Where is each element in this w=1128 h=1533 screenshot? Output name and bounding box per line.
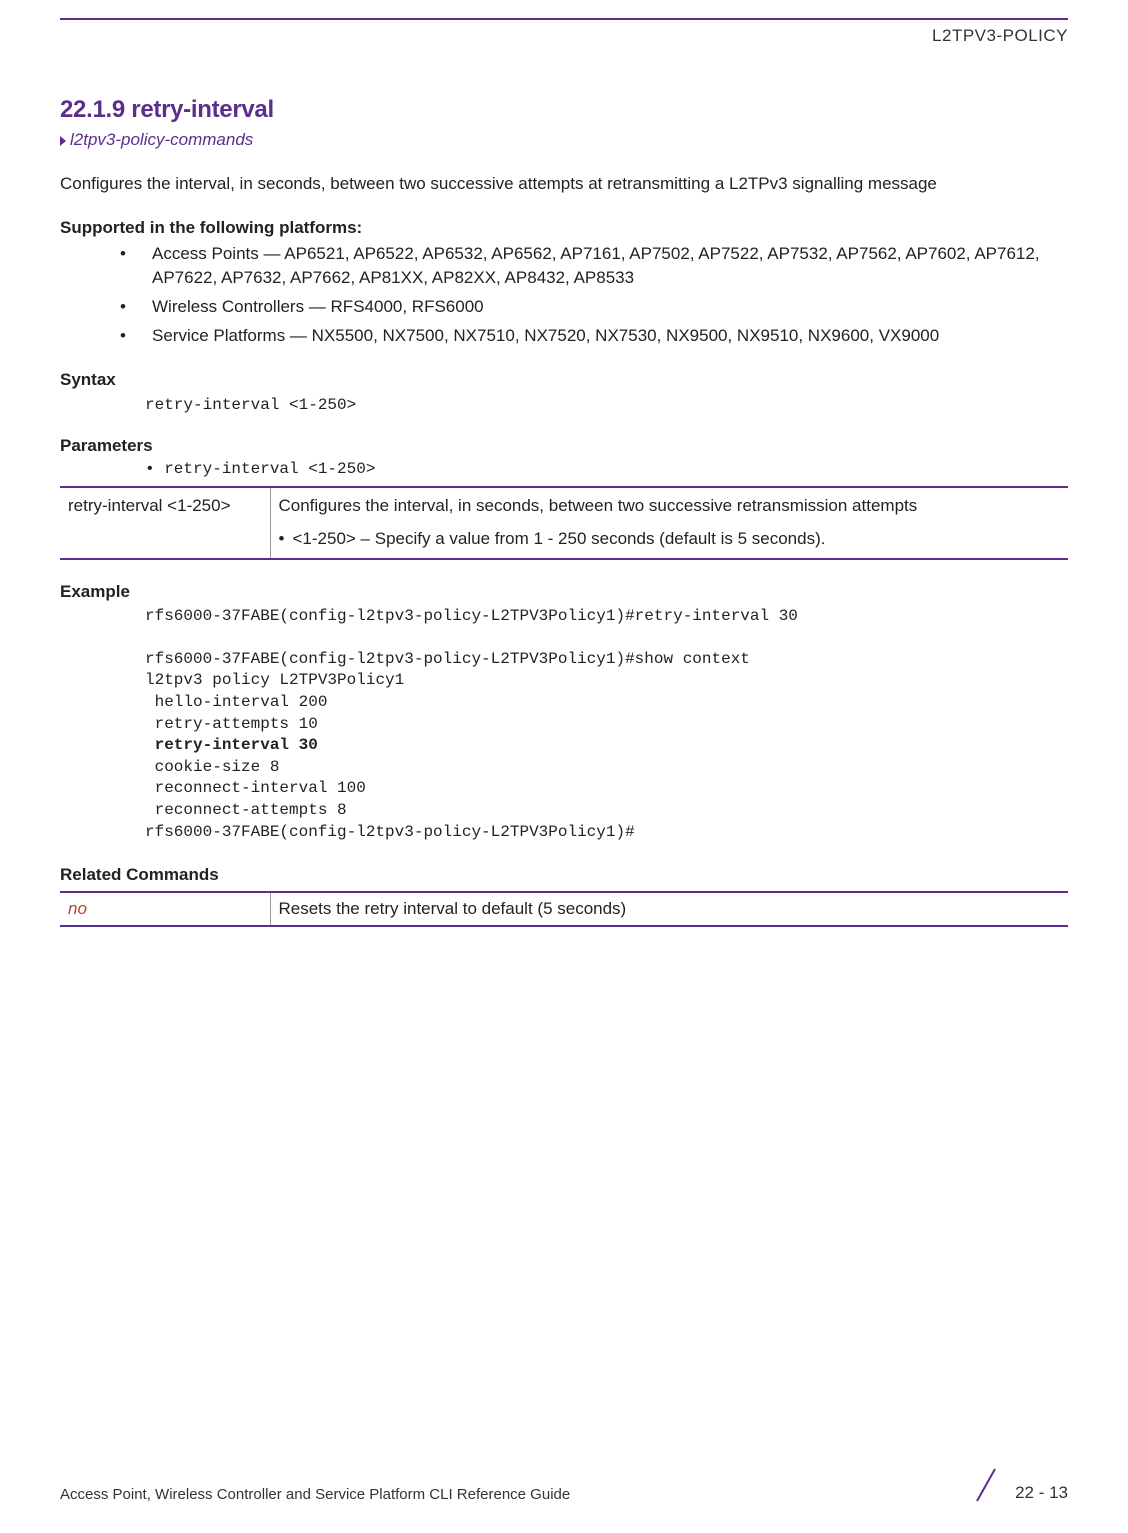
footer-divider-icon	[971, 1467, 1001, 1503]
platforms-list: Access Points — AP6521, AP6522, AP6532, …	[60, 242, 1068, 349]
param-name-cell: retry-interval <1-250>	[60, 487, 270, 558]
list-item: Service Platforms — NX5500, NX7500, NX75…	[120, 324, 1068, 349]
code-line: l2tpv3 policy L2TPV3Policy1	[145, 671, 404, 689]
code-line: reconnect-interval 100	[145, 779, 366, 797]
section-title: 22.1.9 retry-interval	[60, 96, 1068, 124]
chapter-header: L2TPV3-POLICY	[60, 26, 1068, 46]
syntax-heading: Syntax	[60, 370, 1068, 390]
code-line: retry-attempts 10	[145, 715, 318, 733]
related-table: no Resets the retry interval to default …	[60, 891, 1068, 927]
param-desc-bullet: <1-250> – Specify a value from 1 - 250 s…	[279, 527, 1061, 552]
parameters-bullet: • retry-interval <1-250>	[145, 460, 1068, 478]
related-desc-cell: Resets the retry interval to default (5 …	[270, 892, 1068, 926]
code-line: hello-interval 200	[145, 693, 327, 711]
page-footer: Access Point, Wireless Controller and Se…	[60, 1467, 1068, 1503]
example-block: rfs6000-37FABE(config-l2tpv3-policy-L2TP…	[145, 606, 1068, 844]
related-heading: Related Commands	[60, 865, 1068, 885]
param-desc-cell: Configures the interval, in seconds, bet…	[270, 487, 1068, 558]
param-desc-text: Configures the interval, in seconds, bet…	[279, 494, 1061, 519]
top-rule	[60, 18, 1068, 20]
platforms-heading: Supported in the following platforms:	[60, 218, 1068, 238]
parameters-heading: Parameters	[60, 436, 1068, 456]
table-row: no Resets the retry interval to default …	[60, 892, 1068, 926]
code-line: cookie-size 8	[145, 758, 279, 776]
code-line: rfs6000-37FABE(config-l2tpv3-policy-L2TP…	[145, 650, 750, 668]
breadcrumb: l2tpv3-policy-commands	[60, 130, 1068, 150]
page-number: 22 - 13	[1015, 1483, 1068, 1503]
parameters-table: retry-interval <1-250> Configures the in…	[60, 486, 1068, 559]
list-item: Wireless Controllers — RFS4000, RFS6000	[120, 295, 1068, 320]
table-row: retry-interval <1-250> Configures the in…	[60, 487, 1068, 558]
breadcrumb-arrow-icon	[60, 136, 66, 146]
footer-title: Access Point, Wireless Controller and Se…	[60, 1486, 570, 1503]
breadcrumb-text: l2tpv3-policy-commands	[70, 130, 253, 149]
code-line: reconnect-attempts 8	[145, 801, 347, 819]
code-line: rfs6000-37FABE(config-l2tpv3-policy-L2TP…	[145, 823, 635, 841]
intro-paragraph: Configures the interval, in seconds, bet…	[60, 172, 1068, 196]
example-heading: Example	[60, 582, 1068, 602]
code-line-highlight: retry-interval 30	[145, 736, 318, 754]
related-cmd-cell: no	[60, 892, 270, 926]
code-line: rfs6000-37FABE(config-l2tpv3-policy-L2TP…	[145, 607, 798, 625]
syntax-line: retry-interval <1-250>	[145, 396, 1068, 414]
list-item: Access Points — AP6521, AP6522, AP6532, …	[120, 242, 1068, 291]
